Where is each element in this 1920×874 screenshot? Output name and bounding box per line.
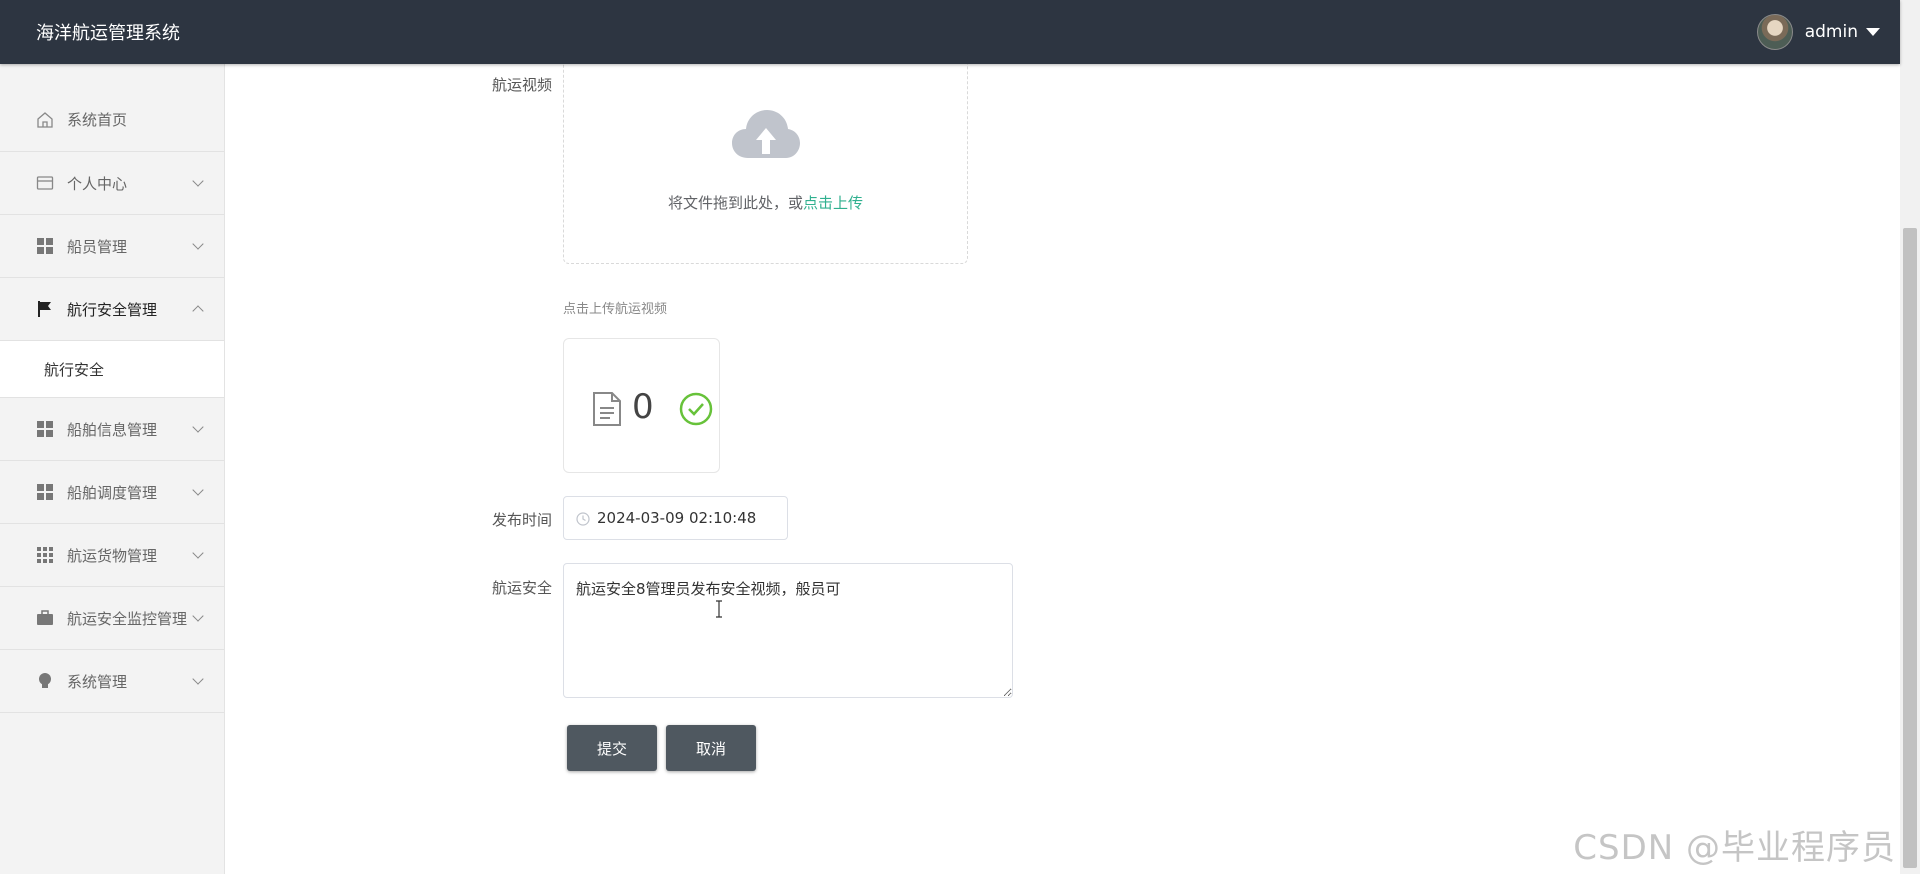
- chevron-up-icon: [192, 305, 204, 317]
- sidebar-item-label: 航运货物管理: [67, 546, 158, 565]
- flag-icon: [36, 300, 54, 318]
- sidebar-item-label: 船舶信息管理: [67, 420, 158, 439]
- grid-icon: [36, 420, 54, 438]
- sidebar-item-system[interactable]: 系统管理: [0, 650, 224, 713]
- watermark: CSDN @毕业程序员: [1573, 828, 1896, 868]
- vertical-scrollbar[interactable]: [1900, 0, 1920, 874]
- chevron-down-icon: [192, 238, 204, 250]
- sidebar-item-label: 航行安全管理: [67, 300, 158, 319]
- publish-time-picker[interactable]: [563, 496, 788, 540]
- clock-icon: [576, 511, 590, 530]
- sidebar-item-ship-info[interactable]: 船舶信息管理: [0, 398, 224, 461]
- avatar[interactable]: [1756, 14, 1793, 50]
- sidebar-item-label: 个人中心: [67, 174, 128, 193]
- app-title: 海洋航运管理系统: [36, 23, 180, 44]
- submit-button[interactable]: 提交: [567, 725, 657, 771]
- publish-time-input[interactable]: [597, 497, 782, 539]
- check-circle-icon: [679, 392, 713, 430]
- top-header: 海洋航运管理系统 admin: [0, 0, 1900, 64]
- username[interactable]: admin: [1805, 22, 1858, 42]
- video-upload-dropzone[interactable]: 将文件拖到此处，或点击上传: [563, 62, 968, 264]
- sidebar-item-personal-center[interactable]: 个人中心: [0, 152, 224, 215]
- text-cursor-icon: [715, 600, 723, 618]
- upload-tip: 点击上传航运视频: [563, 302, 668, 317]
- scrollbar-thumb[interactable]: [1903, 228, 1917, 868]
- sidebar-item-label: 航运安全监控管理: [67, 609, 188, 628]
- sidebar-item-safety-monitoring[interactable]: 航运安全监控管理: [0, 587, 224, 650]
- safety-label: 航运安全: [491, 579, 552, 597]
- sidebar-item-label: 系统首页: [67, 111, 128, 129]
- chevron-down-icon: [192, 175, 204, 187]
- chevron-down-icon: [192, 484, 204, 496]
- file-count: 0: [632, 387, 654, 427]
- cancel-button[interactable]: 取消: [666, 725, 756, 771]
- uploaded-file-card: 0: [563, 338, 720, 473]
- chevron-down-icon: [192, 421, 204, 433]
- sidebar: 系统首页 个人中心 船员管理 航行安全管理 航行安全 船舶信息管理 船舶调度管理: [0, 64, 225, 874]
- grid9-icon: [36, 546, 54, 564]
- sidebar-item-cargo[interactable]: 航运货物管理: [0, 524, 224, 587]
- sidebar-item-label: 船舶调度管理: [67, 483, 158, 502]
- publish-time-label: 发布时间: [491, 511, 552, 529]
- sidebar-subitem-navigation-safety[interactable]: 航行安全: [0, 341, 224, 398]
- document-icon: [592, 391, 622, 431]
- safety-textarea[interactable]: 航运安全8管理员发布安全视频，般员可: [563, 563, 1013, 698]
- upload-text: 将文件拖到此处，或: [667, 194, 803, 212]
- sidebar-item-label: 船员管理: [67, 237, 128, 256]
- bulb-icon: [36, 672, 54, 690]
- upload-hint: 将文件拖到此处，或点击上传: [564, 192, 967, 213]
- grid-icon: [36, 237, 54, 255]
- grid-icon: [36, 483, 54, 501]
- briefcase-icon: [36, 609, 54, 627]
- sidebar-item-navigation-safety[interactable]: 航行安全管理: [0, 278, 224, 341]
- upload-link[interactable]: 点击上传: [803, 194, 863, 212]
- chevron-down-icon: [192, 610, 204, 622]
- chevron-down-icon: [192, 673, 204, 685]
- sidebar-item-home[interactable]: 系统首页: [0, 64, 224, 152]
- sidebar-item-crew[interactable]: 船员管理: [0, 215, 224, 278]
- cloud-upload-icon: [732, 108, 800, 164]
- chevron-down-icon: [192, 547, 204, 559]
- sidebar-item-label: 系统管理: [67, 672, 128, 691]
- home-icon: [36, 111, 54, 129]
- caret-down-icon[interactable]: [1866, 28, 1880, 36]
- video-label: 航运视频: [491, 76, 552, 94]
- card-icon: [36, 174, 54, 192]
- sidebar-item-ship-dispatch[interactable]: 船舶调度管理: [0, 461, 224, 524]
- user-menu[interactable]: admin: [1756, 13, 1880, 51]
